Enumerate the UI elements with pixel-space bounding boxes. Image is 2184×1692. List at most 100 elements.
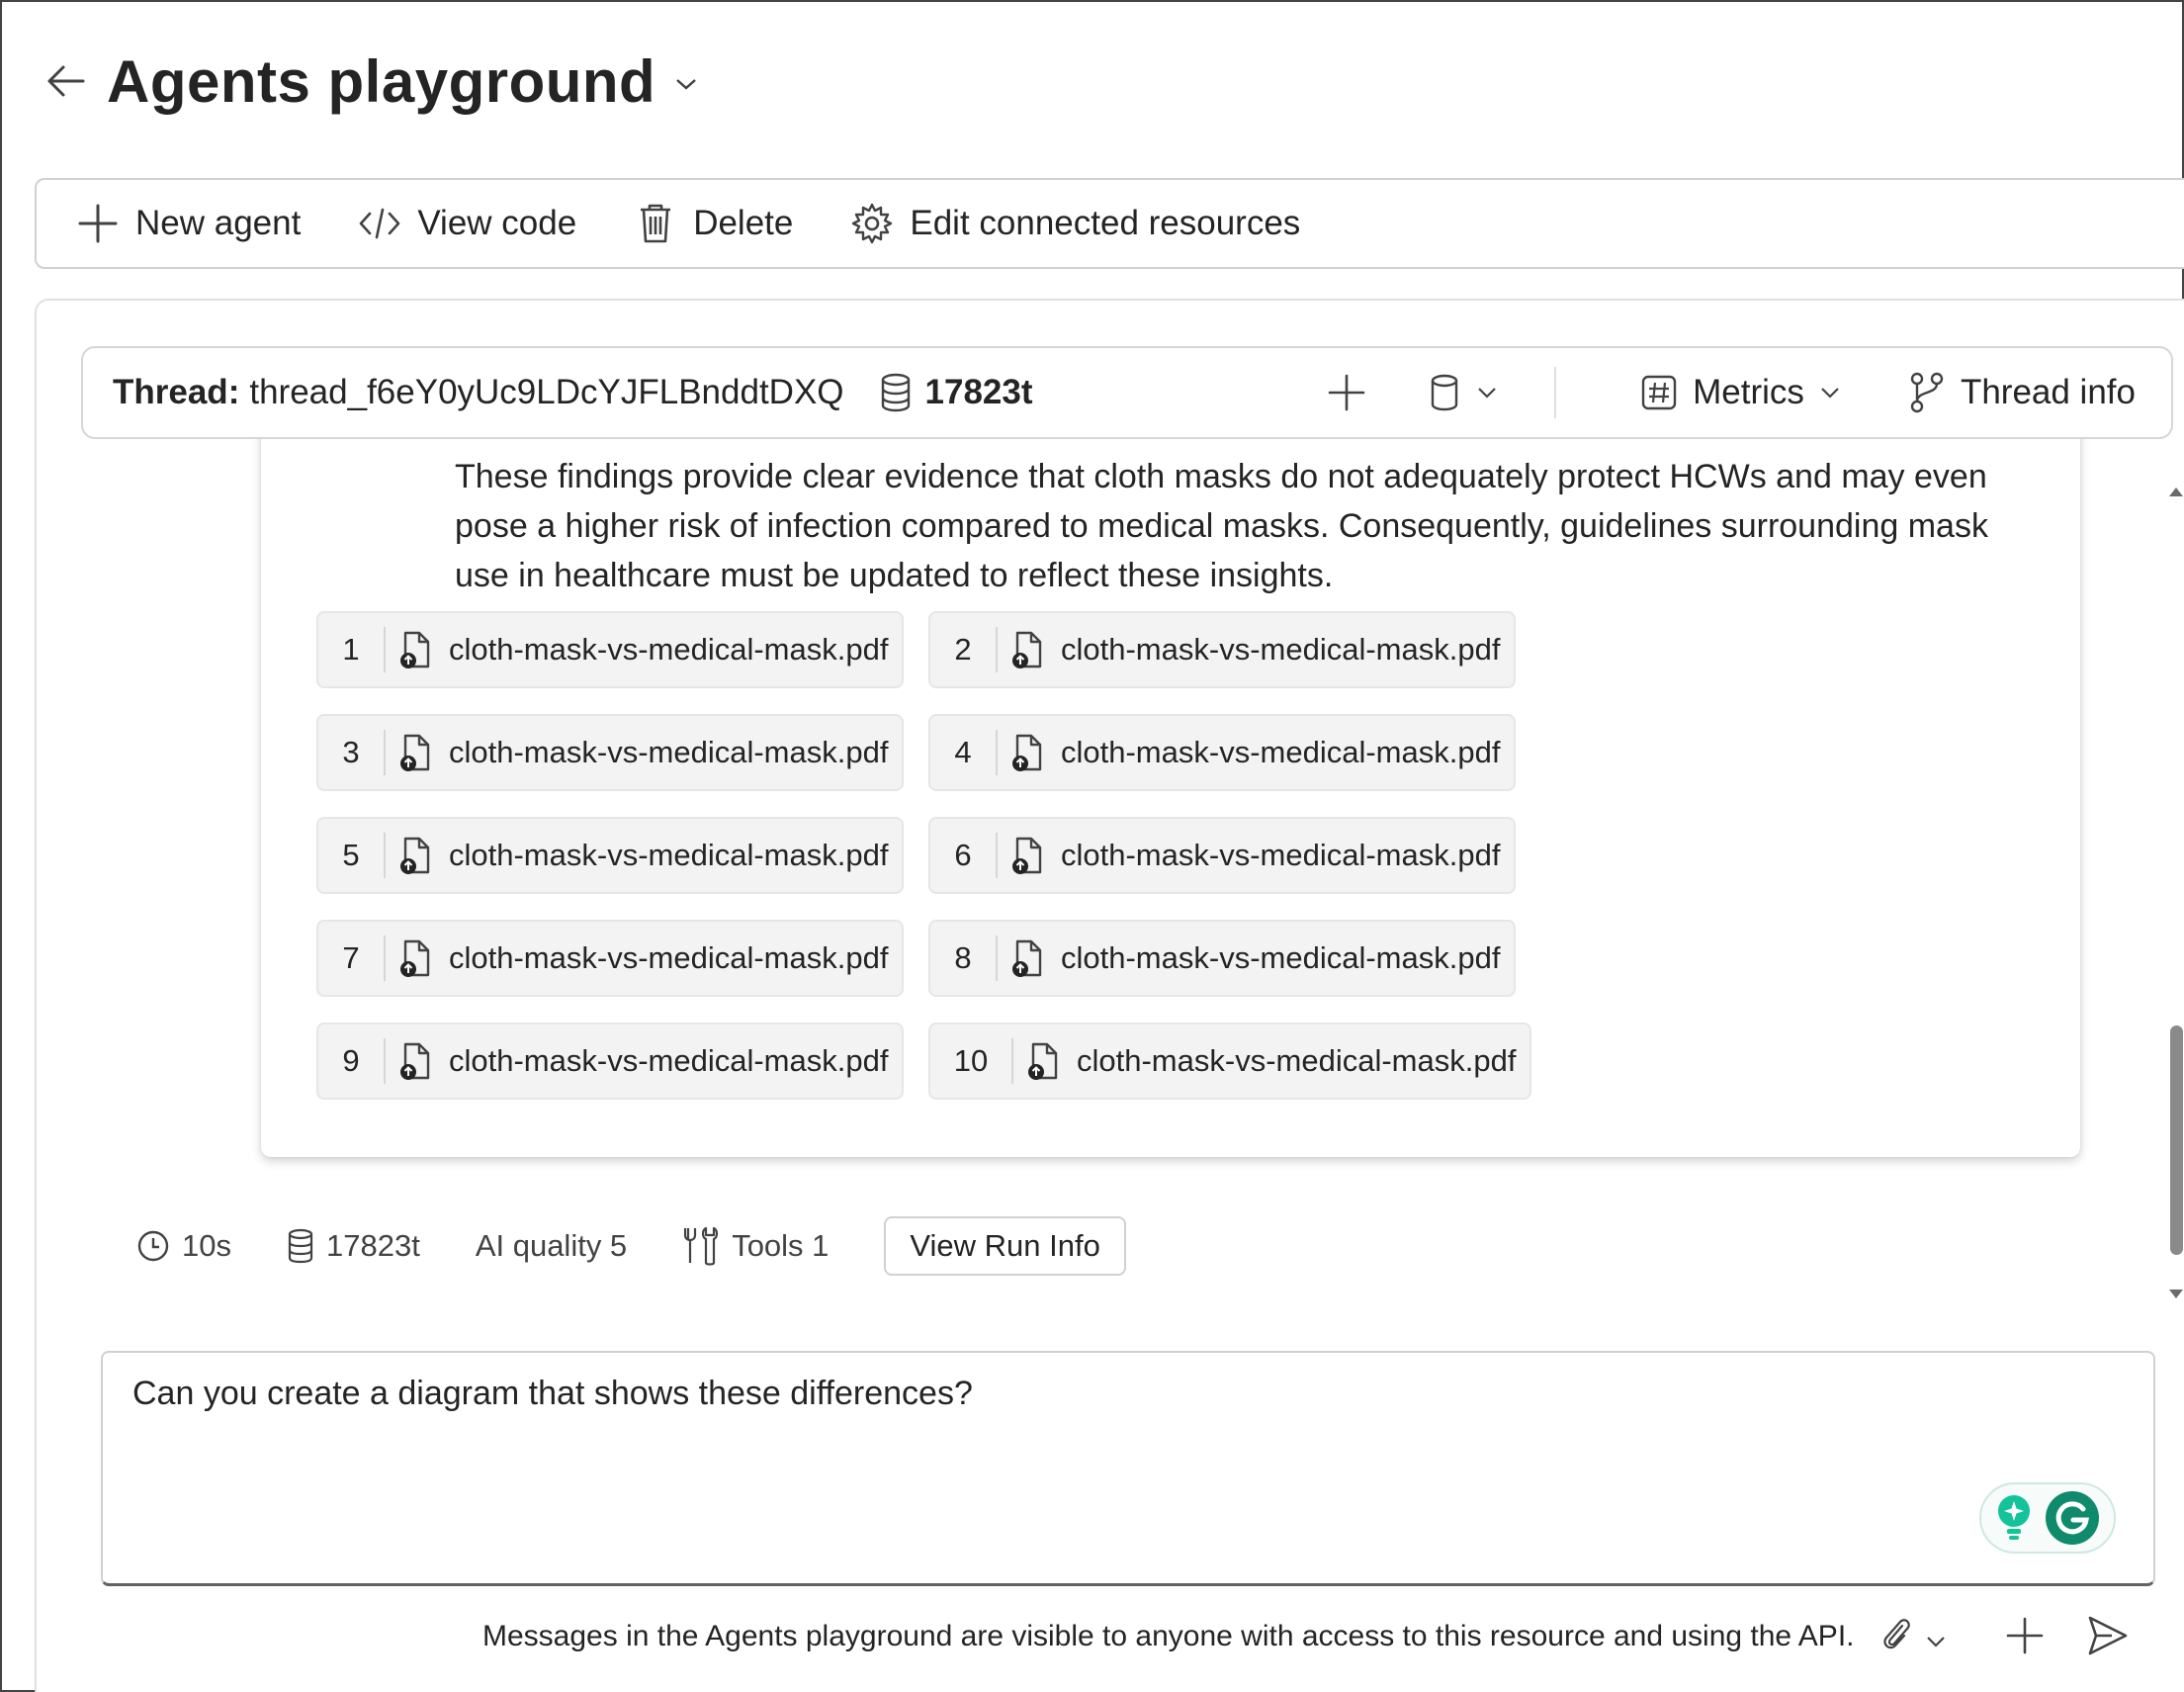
page-header: Agents playground [38, 45, 697, 117]
data-source-dropdown[interactable] [1430, 374, 1497, 411]
citation-divider [384, 833, 386, 878]
thread-info-button[interactable]: Thread info [1909, 371, 2136, 414]
citation-divider [996, 935, 998, 981]
citation-filename: cloth-mask-vs-medical-mask.pdf [1077, 1043, 1517, 1078]
citation-filename: cloth-mask-vs-medical-mask.pdf [1061, 632, 1501, 667]
citation-number: 5 [342, 838, 360, 872]
citation-filename: cloth-mask-vs-medical-mask.pdf [449, 838, 889, 872]
citation-filename: cloth-mask-vs-medical-mask.pdf [1061, 838, 1501, 872]
arrow-left-icon [47, 65, 85, 97]
new-agent-button[interactable]: New agent [76, 194, 301, 253]
file-icon [1027, 1041, 1061, 1081]
send-button[interactable] [2086, 1614, 2130, 1657]
add-button[interactable] [2005, 1616, 2045, 1655]
citation-chip[interactable]: 8 cloth-mask-vs-medical-mask.pdf [928, 920, 1516, 997]
citation-filename: cloth-mask-vs-medical-mask.pdf [449, 632, 889, 667]
citation-number: 3 [342, 735, 360, 769]
citation-chip[interactable]: 7 cloth-mask-vs-medical-mask.pdf [316, 920, 904, 997]
send-icon [2088, 1616, 2128, 1655]
run-tokens-value: 17823t [325, 1228, 420, 1263]
chevron-down-icon [676, 78, 697, 90]
citation-divider [996, 833, 998, 878]
citation-filename: cloth-mask-vs-medical-mask.pdf [449, 940, 889, 975]
citation-filename: cloth-mask-vs-medical-mask.pdf [1061, 940, 1501, 975]
thread-label: Thread: [113, 373, 240, 411]
citation-chip[interactable]: 3 cloth-mask-vs-medical-mask.pdf [316, 714, 904, 791]
citation-chip[interactable]: 1 cloth-mask-vs-medical-mask.pdf [316, 611, 904, 688]
thread-token-count: 17823t [880, 373, 1033, 412]
run-tools: Tools 1 [682, 1225, 829, 1267]
grammarly-widget[interactable] [1979, 1482, 2116, 1554]
code-icon [358, 202, 401, 245]
run-tokens: 17823t [287, 1228, 420, 1264]
thread-id: thread_f6eY0yUc9LDcYJFLBnddtDXQ [249, 373, 844, 411]
new-thread-button[interactable] [1327, 373, 1366, 412]
thread-info-label: Thread info [1960, 373, 2136, 411]
database-icon [287, 1228, 314, 1264]
run-duration: 10s [136, 1228, 231, 1264]
citation-filename: cloth-mask-vs-medical-mask.pdf [1061, 735, 1501, 769]
citation-chip[interactable]: 9 cloth-mask-vs-medical-mask.pdf [316, 1023, 904, 1100]
chevron-down-icon [1927, 1637, 1945, 1647]
citation-chip[interactable]: 4 cloth-mask-vs-medical-mask.pdf [928, 714, 1516, 791]
citation-divider [996, 627, 998, 672]
plus-icon [2006, 1617, 2044, 1654]
view-code-button[interactable]: View code [358, 194, 576, 253]
citation-number: 10 [953, 1043, 989, 1078]
delete-button[interactable]: Delete [634, 194, 793, 253]
scrollbar-thumb[interactable] [2170, 1025, 2183, 1255]
citation-divider [384, 627, 386, 672]
grammarly-icon[interactable] [2044, 1489, 2101, 1547]
scroll-down-arrow[interactable] [2167, 1288, 2184, 1301]
plus-icon [76, 202, 120, 245]
run-duration-value: 10s [182, 1228, 231, 1263]
new-agent-label: New agent [135, 204, 302, 242]
citation-number: 4 [954, 735, 972, 769]
citation-number: 8 [954, 940, 972, 975]
delete-label: Delete [693, 204, 794, 242]
edit-connected-resources-button[interactable]: Edit connected resources [850, 194, 1300, 253]
metrics-dropdown[interactable]: Metrics [1641, 373, 1840, 412]
citation-number: 7 [342, 940, 360, 975]
composer-actions [1880, 1608, 2130, 1663]
plus-icon [1328, 374, 1365, 411]
file-icon [399, 836, 433, 875]
citation-chip[interactable]: 10 cloth-mask-vs-medical-mask.pdf [928, 1023, 1531, 1100]
metrics-label: Metrics [1693, 373, 1804, 411]
hash-icon [1641, 375, 1677, 410]
trash-icon [634, 202, 677, 245]
view-run-info-button[interactable]: View Run Info [884, 1216, 1126, 1276]
citation-chip[interactable]: 6 cloth-mask-vs-medical-mask.pdf [928, 817, 1516, 894]
citation-number: 2 [954, 632, 972, 667]
thread-tokens-value: 17823t [924, 373, 1033, 411]
file-icon [1011, 836, 1045, 875]
file-icon [1011, 938, 1045, 978]
chevron-down-icon [1478, 388, 1496, 399]
message-scrollbar[interactable] [2167, 477, 2184, 1298]
title-dropdown[interactable] [675, 77, 697, 96]
attach-dropdown[interactable] [1880, 1616, 1946, 1655]
run-tools-value: Tools 1 [732, 1228, 830, 1263]
command-toolbar: New agent View code Delete Edit connecte… [35, 178, 2184, 269]
message-input-text[interactable]: Can you create a diagram that shows thes… [132, 1375, 2011, 1413]
message-input[interactable]: Can you create a diagram that shows thes… [101, 1351, 2155, 1586]
ai-quality: AI quality 5 [475, 1228, 628, 1263]
gear-icon [850, 202, 894, 245]
citation-chip[interactable]: 5 cloth-mask-vs-medical-mask.pdf [316, 817, 904, 894]
citation-number: 9 [342, 1043, 360, 1078]
scroll-up-arrow[interactable] [2167, 485, 2184, 498]
lightbulb-icon[interactable] [1994, 1493, 2034, 1543]
clock-icon [136, 1229, 170, 1263]
citation-divider [384, 730, 386, 775]
citation-number: 1 [342, 632, 360, 667]
tools-icon [682, 1225, 720, 1267]
back-button[interactable] [38, 53, 93, 109]
view-code-label: View code [417, 204, 577, 242]
thread-bar: Thread: thread_f6eY0yUc9LDcYJFLBnddtDXQ … [81, 346, 2173, 439]
file-icon [399, 938, 433, 978]
citation-number: 6 [954, 838, 972, 872]
citation-divider [1011, 1038, 1013, 1084]
citation-divider [384, 935, 386, 981]
file-icon [1011, 733, 1045, 772]
citation-chip[interactable]: 2 cloth-mask-vs-medical-mask.pdf [928, 611, 1516, 688]
